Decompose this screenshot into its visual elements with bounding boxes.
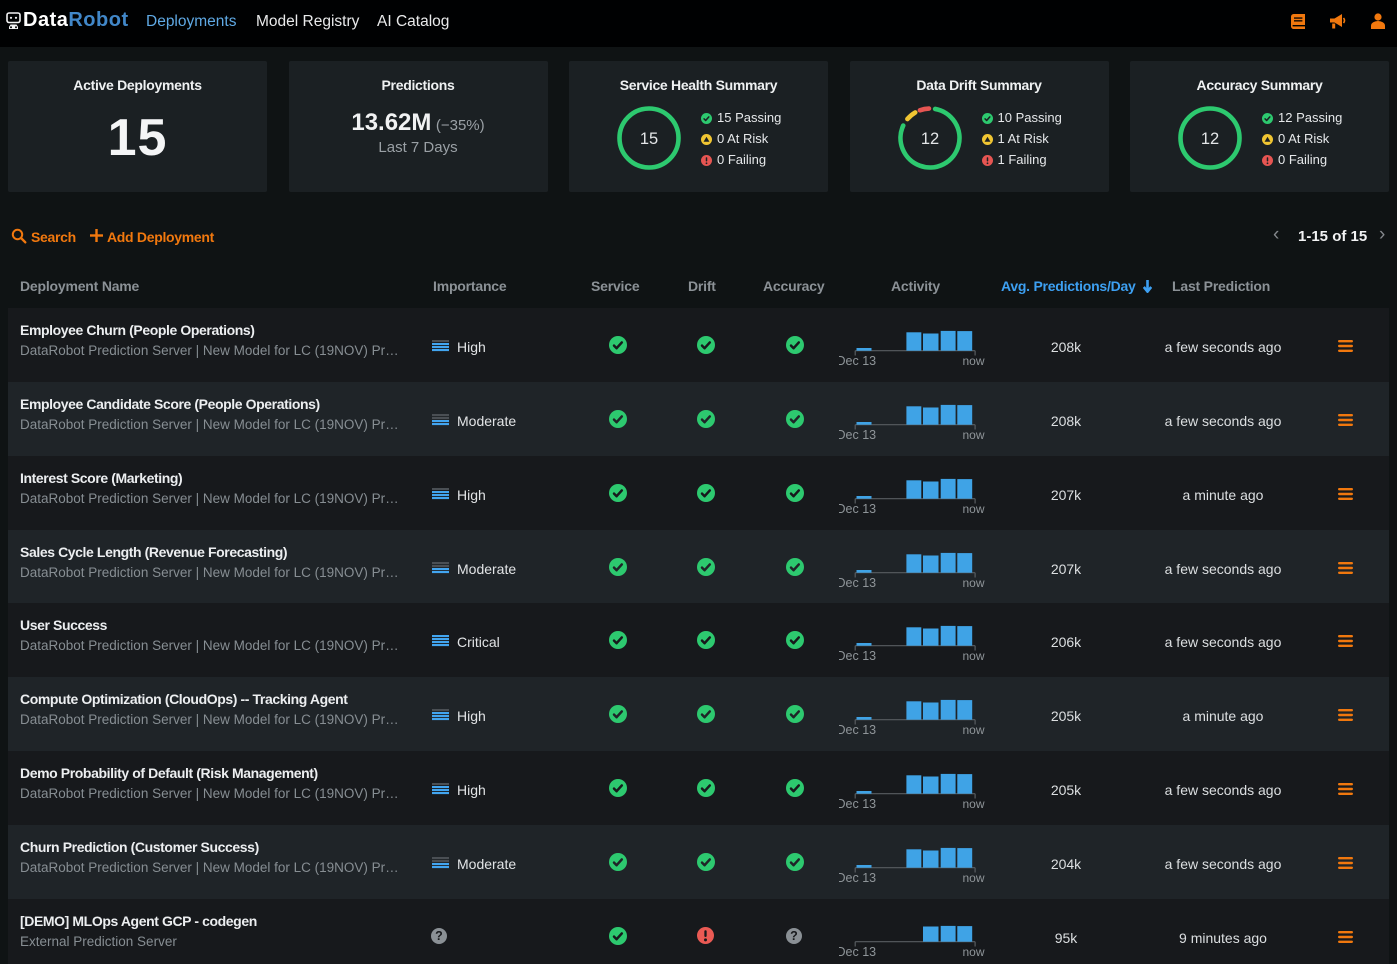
svg-text:now: now [962, 428, 984, 442]
svg-text:now: now [962, 871, 984, 885]
svg-text:now: now [962, 797, 984, 811]
svg-text:Dec 13: Dec 13 [839, 428, 876, 442]
svg-text:Dec 13: Dec 13 [839, 354, 876, 368]
svg-text:now: now [962, 576, 984, 590]
svg-text:12: 12 [920, 130, 938, 148]
svg-text:Dec 13: Dec 13 [839, 797, 876, 811]
svg-text:Dec 13: Dec 13 [839, 871, 876, 885]
svg-text:now: now [962, 945, 984, 959]
svg-text:15: 15 [640, 130, 658, 148]
svg-text:now: now [962, 723, 984, 737]
svg-text:Dec 13: Dec 13 [839, 502, 876, 516]
svg-text:?: ? [790, 929, 798, 943]
svg-text:Dec 13: Dec 13 [839, 723, 876, 737]
svg-text:Dec 13: Dec 13 [839, 649, 876, 663]
svg-text:now: now [962, 502, 984, 516]
svg-text:Dec 13: Dec 13 [839, 945, 876, 959]
svg-text:Dec 13: Dec 13 [839, 576, 876, 590]
svg-text:now: now [962, 354, 984, 368]
svg-text:12: 12 [1201, 130, 1219, 148]
svg-text:?: ? [435, 929, 443, 943]
svg-text:now: now [962, 649, 984, 663]
